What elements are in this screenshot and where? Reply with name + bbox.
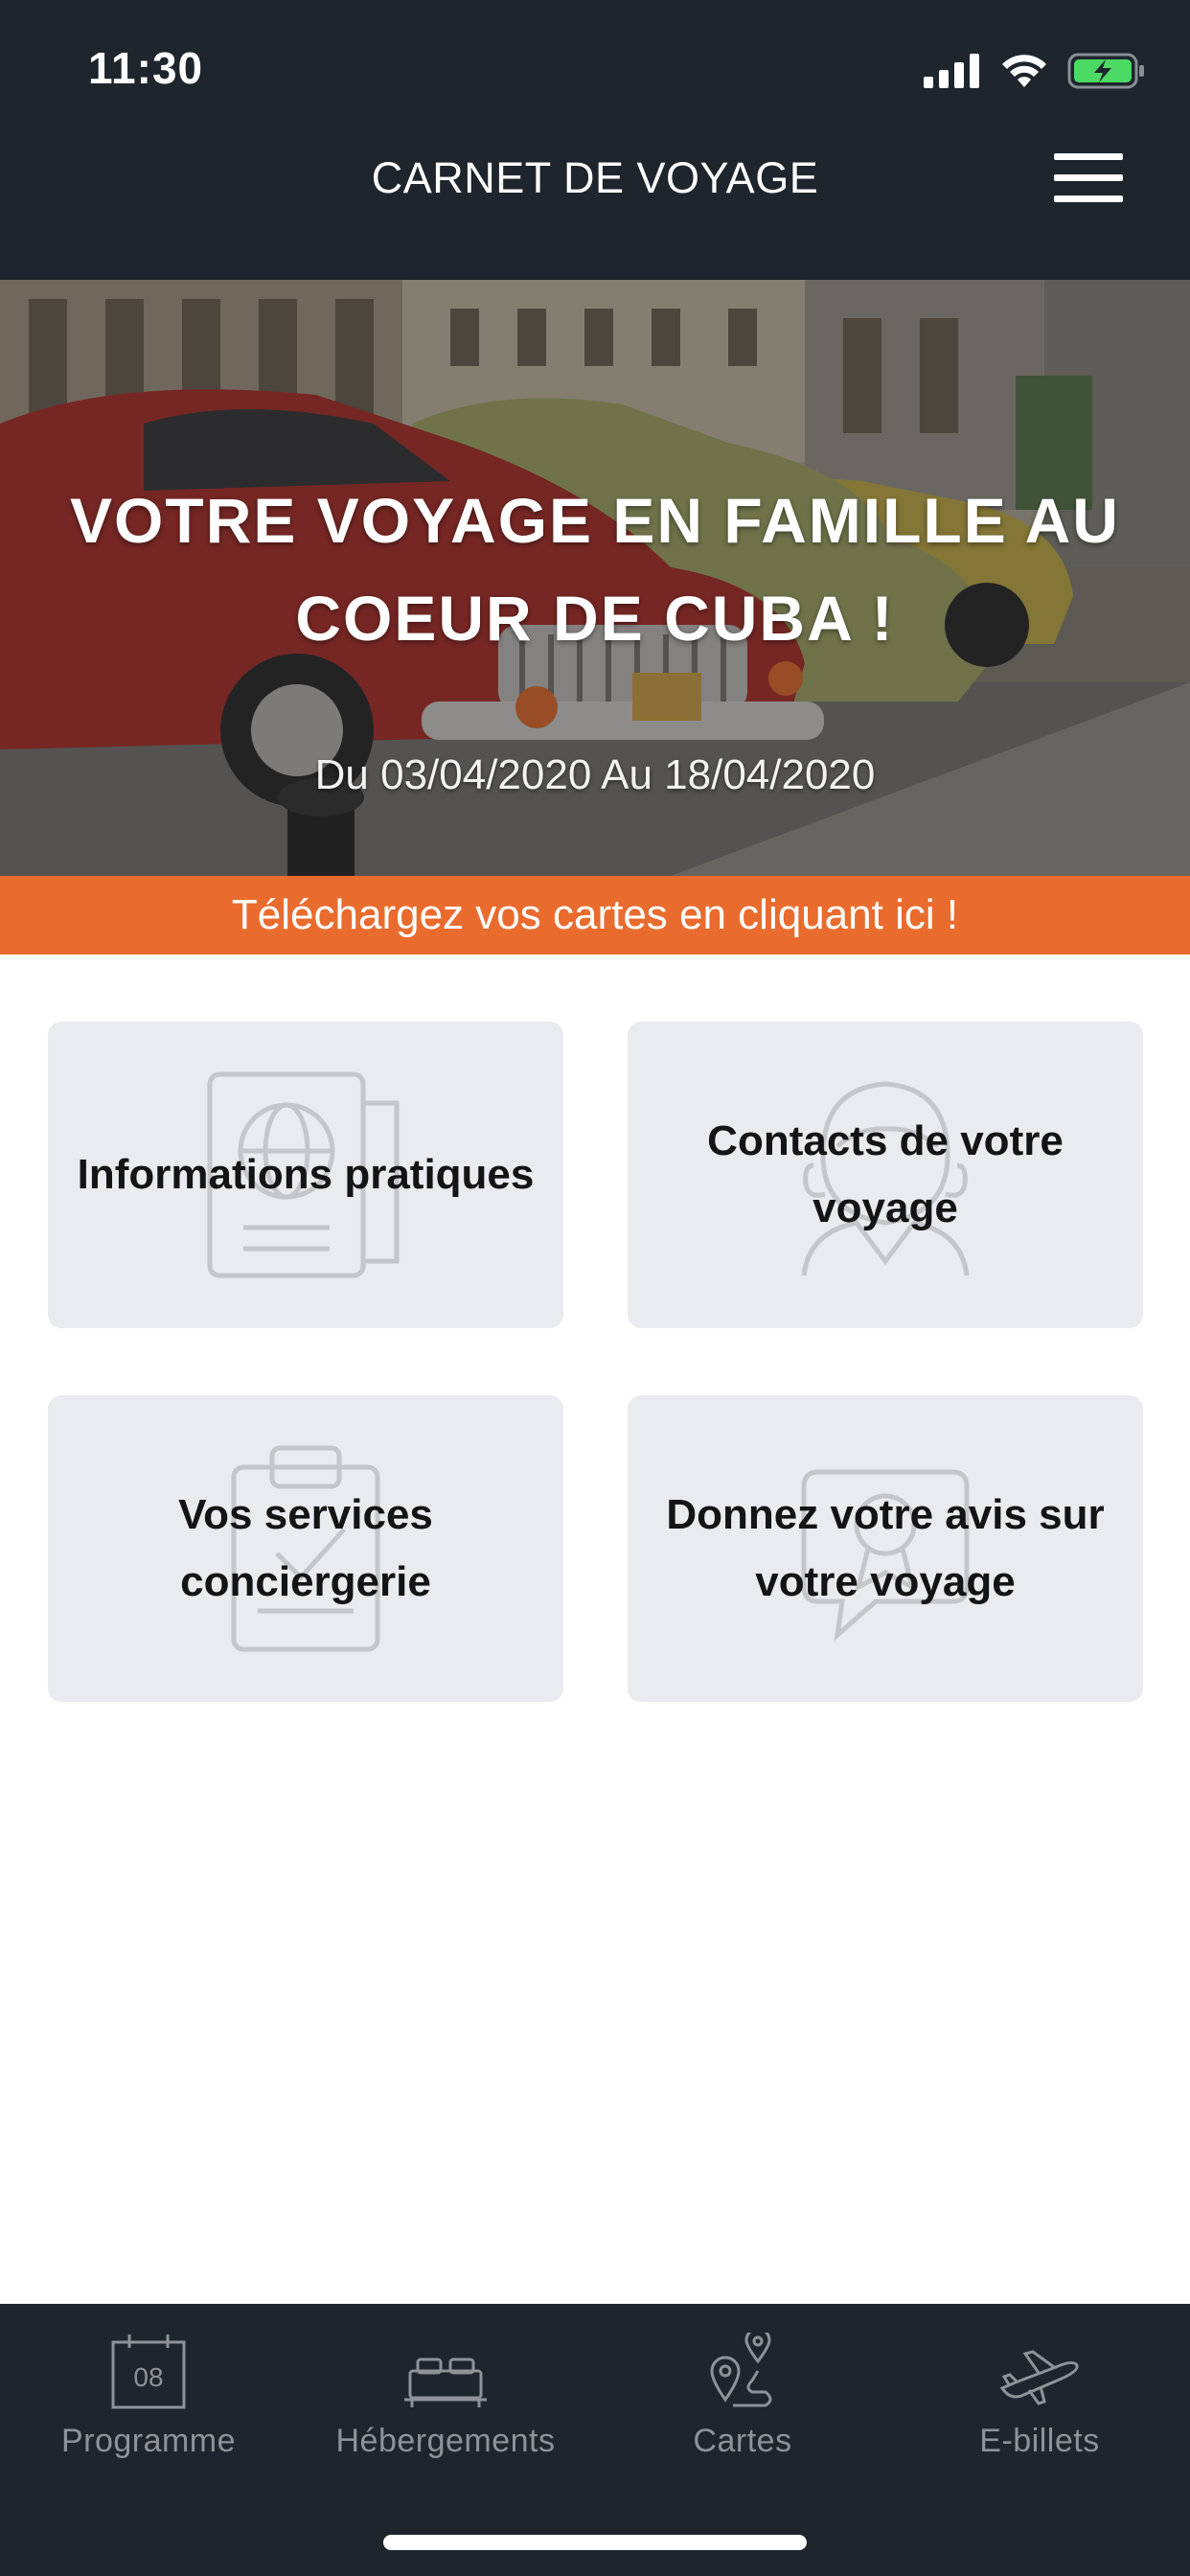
card-label: Contacts de votre voyage	[707, 1117, 1064, 1231]
calendar-icon-text: 08	[133, 2362, 163, 2392]
status-time: 11:30	[88, 43, 204, 93]
card-label: Informations pratiques	[77, 1151, 535, 1198]
calendar-icon: 08	[111, 2334, 186, 2409]
card-informations-pratiques[interactable]: Informations pratiques	[48, 1022, 563, 1328]
map-pin-route-icon	[710, 2333, 772, 2407]
tab-label: E-billets	[979, 2423, 1100, 2459]
header-title: CARNET DE VOYAGE	[371, 153, 819, 202]
hero-banner: VOTRE VOYAGE EN FAMILLE AU COEUR DE CUBA…	[0, 280, 1190, 876]
card-label: Vos services conciergerie	[178, 1491, 433, 1605]
bed-icon	[404, 2358, 487, 2407]
top-bar: 11:30 CARNET DE VOYAGE	[0, 0, 1190, 280]
tab-programme[interactable]: 08 Programme	[0, 2304, 297, 2486]
card-services-conciergerie[interactable]: Vos services conciergerie	[48, 1395, 563, 1702]
airplane-icon	[999, 2350, 1079, 2405]
hero-dates: Du 03/04/2020 Au 18/04/2020	[314, 751, 876, 798]
status-icons	[924, 48, 1146, 94]
hamburger-menu-icon[interactable]	[1054, 153, 1123, 203]
tab-cartes[interactable]: Cartes	[594, 2304, 891, 2486]
download-maps-banner[interactable]: Téléchargez vos cartes en cliquant ici !	[0, 876, 1190, 954]
tab-label: Programme	[60, 2423, 237, 2459]
battery-charging-icon	[1067, 53, 1144, 89]
tab-label: Cartes	[693, 2423, 792, 2459]
wifi-icon	[1002, 55, 1046, 87]
card-contacts-voyage[interactable]: Contacts de votre voyage	[628, 1022, 1143, 1328]
tab-e-billets[interactable]: E-billets	[891, 2304, 1188, 2486]
card-avis-voyage[interactable]: Donnez votre avis sur votre voyage	[628, 1395, 1143, 1702]
tab-label: Hébergements	[335, 2423, 556, 2459]
tab-hebergements[interactable]: Hébergements	[297, 2304, 594, 2486]
signal-icon	[924, 54, 979, 88]
home-indicator[interactable]	[383, 2535, 807, 2550]
card-label: Donnez votre avis sur votre voyage	[666, 1491, 1105, 1605]
hero-title: VOTRE VOYAGE EN FAMILLE AU COEUR DE CUBA…	[70, 485, 1120, 654]
